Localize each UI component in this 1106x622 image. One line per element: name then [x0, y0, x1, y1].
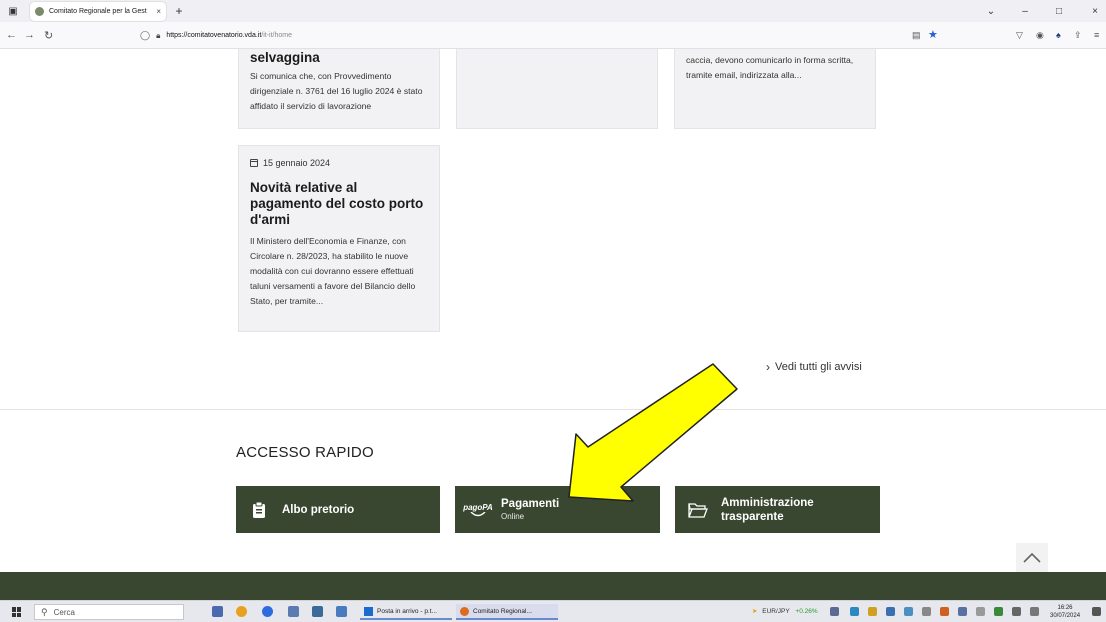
see-all-label: Vedi tutti gli avvisi: [775, 361, 862, 373]
url-path: /it-it/home: [261, 32, 293, 39]
pagopa-logo-icon: pagoPA: [463, 503, 493, 517]
currency-ticker[interactable]: ➤ EUR/JPY +0.26%: [752, 607, 818, 615]
forward-arrow-icon[interactable]: →: [24, 29, 35, 41]
zoom-icon[interactable]: [262, 606, 273, 617]
os-taskbar: ⚲ Cerca Posta in arrivo - p.t... Comitat…: [0, 600, 1106, 622]
ticker-change: +0.26%: [795, 608, 818, 615]
tab-title: Comitato Regionale per la Gest: [49, 8, 147, 15]
ticker-pair: EUR/JPY: [762, 608, 790, 615]
padlock-icon[interactable]: 🔒︎: [156, 31, 160, 41]
clipboard-icon: [248, 501, 270, 519]
windows-start-icon[interactable]: [12, 607, 22, 617]
clock-time: 16:26: [1057, 605, 1073, 611]
chrome-icon[interactable]: [236, 606, 247, 617]
url-domain: https://comitatovenatorio.vda.it: [166, 32, 262, 39]
tray-icon[interactable]: [922, 607, 931, 616]
news-date-text: 15 gennaio 2024: [263, 158, 331, 168]
maximize-button[interactable]: □: [1052, 3, 1066, 19]
search-icon: ⚲: [41, 606, 48, 617]
news-card[interactable]: [456, 49, 658, 129]
tray-icon[interactable]: [868, 607, 877, 616]
news-card-text: Il Ministero dell'Economia e Finanze, co…: [250, 236, 416, 306]
app-window-icon[interactable]: [336, 606, 347, 617]
reader-view-icon[interactable]: ▤: [912, 30, 921, 41]
news-card[interactable]: 15 gennaio 2024 Novità relative al pagam…: [238, 145, 440, 332]
browser-tab-active[interactable]: Comitato Regionale per la Gest ×: [30, 2, 166, 21]
pagamenti-sublabel: Online: [501, 512, 525, 521]
section-divider: [0, 409, 1106, 410]
notification-icon[interactable]: [1092, 607, 1101, 616]
tray-icon[interactable]: [994, 607, 1003, 616]
menu-icon[interactable]: ≡: [1094, 30, 1099, 40]
taskbar-search[interactable]: ⚲ Cerca: [34, 604, 184, 620]
close-window-button[interactable]: ×: [1088, 3, 1102, 19]
news-card-title[interactable]: selvaggina: [250, 50, 428, 66]
pocket-icon[interactable]: ▽: [1016, 30, 1023, 41]
new-tab-button[interactable]: +: [172, 3, 186, 19]
news-card-text: Si comunica che, con Provvedimento dirig…: [250, 71, 423, 111]
folder-open-icon: [687, 502, 709, 518]
site-favicon-icon: [35, 7, 44, 16]
account-icon[interactable]: ◉: [1036, 30, 1044, 41]
taskbar-search-placeholder: Cerca: [53, 607, 75, 617]
pagopa-logo-text: pagoPA: [463, 502, 493, 512]
firefox-app-label: Comitato Regional...: [473, 607, 532, 615]
tray-icon[interactable]: [904, 607, 913, 616]
pagamenti-label: Pagamenti: [501, 498, 560, 510]
tracking-shield-icon[interactable]: ◯: [140, 30, 150, 41]
clock-date: 30/07/2024: [1050, 613, 1081, 619]
app-notes-icon[interactable]: [288, 606, 299, 617]
news-card-date: 15 gennaio 2024: [250, 158, 428, 168]
network-icon[interactable]: [1012, 607, 1021, 616]
albo-pretorio-button[interactable]: Albo pretorio: [236, 486, 440, 533]
tray-icon[interactable]: [976, 607, 985, 616]
extension-icon[interactable]: ♠: [1056, 30, 1061, 40]
browser-toolbar: ← → ↻ ◯ 🔒︎ https://comitatovenatorio.vda…: [0, 22, 1106, 49]
browser-tab-bar: ▣ Comitato Regionale per la Gest × + ⌄ –…: [0, 0, 1106, 22]
news-card-title[interactable]: Novità relative al pagamento del costo p…: [250, 180, 428, 228]
amministrazione-trasparente-button[interactable]: Amministrazione trasparente: [675, 486, 880, 533]
bookmark-star-icon[interactable]: ★: [928, 28, 938, 41]
calculator-icon[interactable]: [312, 606, 323, 617]
chevron-up-icon: [1023, 553, 1041, 563]
app-pen-icon[interactable]: [212, 606, 223, 617]
tab-overview-icon[interactable]: ▣: [6, 3, 20, 19]
tab-close-icon[interactable]: ×: [156, 7, 161, 16]
firefox-icon: [460, 606, 469, 616]
back-arrow-icon[interactable]: ←: [6, 29, 17, 41]
footer: [0, 572, 1106, 600]
taskbar-clock[interactable]: 16:26 30/07/2024: [1050, 604, 1080, 620]
ticker-arrow-icon: ➤: [752, 608, 758, 615]
quick-access-title: ACCESSO RAPIDO: [236, 444, 374, 461]
tab-list-chevron-icon[interactable]: ⌄: [984, 3, 998, 19]
outlook-icon: [364, 606, 373, 616]
tray-icon[interactable]: [958, 607, 967, 616]
news-card-text: caccia, devono comunicarlo in forma scri…: [686, 55, 854, 80]
chevron-right-icon: ›: [766, 360, 770, 374]
albo-pretorio-label: Albo pretorio: [282, 503, 355, 516]
calendar-icon: [250, 159, 258, 167]
pagamenti-online-button[interactable]: pagoPA Pagamenti Online: [455, 486, 660, 533]
news-card[interactable]: caccia, devono comunicarlo in forma scri…: [674, 49, 876, 129]
minimize-button[interactable]: –: [1018, 3, 1032, 19]
tray-icon[interactable]: [940, 607, 949, 616]
share-icon[interactable]: ⇪: [1074, 30, 1082, 41]
tray-icon[interactable]: [830, 607, 839, 616]
see-all-notices-link[interactable]: › Vedi tutti gli avvisi: [766, 360, 862, 374]
tray-icon[interactable]: [886, 607, 895, 616]
taskbar-firefox-app[interactable]: Comitato Regional...: [456, 604, 558, 620]
volume-icon[interactable]: [1030, 607, 1039, 616]
address-bar[interactable]: ◯ 🔒︎ https://comitatovenatorio.vda.it/it…: [140, 26, 940, 45]
back-to-top-button[interactable]: [1016, 543, 1048, 573]
amministrazione-trasparente-label: Amministrazione trasparente: [721, 496, 814, 523]
reload-icon[interactable]: ↻: [44, 29, 53, 42]
taskbar-outlook-app[interactable]: Posta in arrivo - p.t...: [360, 604, 452, 620]
tray-icon[interactable]: [850, 607, 859, 616]
news-card[interactable]: selvaggina Si comunica che, con Provvedi…: [238, 49, 440, 129]
outlook-app-label: Posta in arrivo - p.t...: [377, 607, 437, 615]
